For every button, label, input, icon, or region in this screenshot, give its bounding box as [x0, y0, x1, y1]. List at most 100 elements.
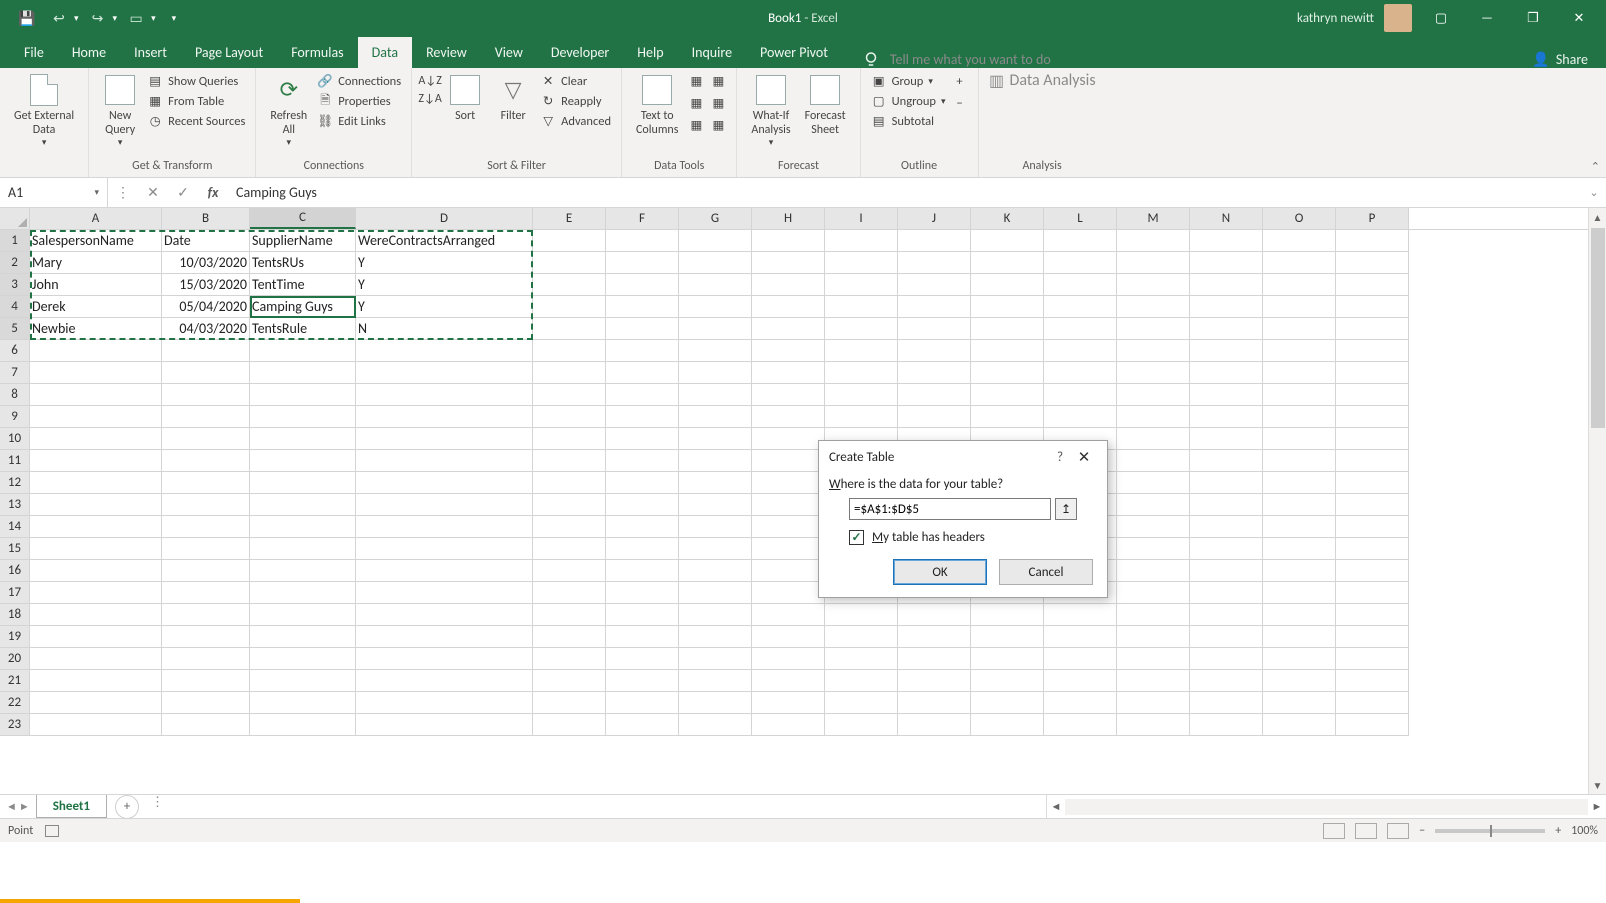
cell[interactable] — [752, 274, 825, 296]
cell[interactable] — [1117, 560, 1190, 582]
dialog-close-icon[interactable]: ✕ — [1071, 448, 1097, 467]
cell[interactable] — [1263, 428, 1336, 450]
cell[interactable] — [30, 362, 162, 384]
cell[interactable] — [606, 692, 679, 714]
cell[interactable] — [752, 230, 825, 252]
add-sheet-button[interactable]: + — [115, 795, 139, 819]
cell[interactable] — [1336, 472, 1409, 494]
cell[interactable] — [1263, 340, 1336, 362]
row-header[interactable]: 22 — [0, 692, 30, 714]
cell[interactable] — [250, 648, 356, 670]
cell[interactable] — [162, 472, 250, 494]
cell[interactable] — [1336, 560, 1409, 582]
cell[interactable] — [1190, 252, 1263, 274]
cell[interactable] — [1336, 648, 1409, 670]
dialog-help-icon[interactable]: ? — [1049, 450, 1071, 465]
cell[interactable] — [1190, 450, 1263, 472]
cell[interactable] — [1336, 230, 1409, 252]
cell[interactable] — [679, 604, 752, 626]
cell[interactable] — [898, 714, 971, 736]
cell[interactable] — [898, 318, 971, 340]
row-header[interactable]: 14 — [0, 516, 30, 538]
cell[interactable] — [971, 384, 1044, 406]
cell[interactable] — [1336, 626, 1409, 648]
cell[interactable] — [898, 604, 971, 626]
cell[interactable] — [356, 604, 533, 626]
get-external-data-button[interactable]: Get External Data ▾ — [10, 71, 78, 150]
cell[interactable] — [606, 538, 679, 560]
cell[interactable] — [971, 318, 1044, 340]
cell[interactable] — [1190, 362, 1263, 384]
cell[interactable] — [825, 296, 898, 318]
cell[interactable] — [250, 340, 356, 362]
cell[interactable] — [606, 340, 679, 362]
cell[interactable]: Newbie — [30, 318, 162, 340]
cell[interactable] — [356, 516, 533, 538]
cell[interactable] — [1263, 384, 1336, 406]
forecast-sheet-button[interactable]: Forecast Sheet — [801, 71, 850, 140]
cell[interactable] — [606, 406, 679, 428]
cell[interactable] — [1117, 296, 1190, 318]
show-detail-button[interactable]: + — [952, 73, 968, 89]
cell[interactable] — [1336, 428, 1409, 450]
cell[interactable] — [533, 340, 606, 362]
cell[interactable] — [30, 560, 162, 582]
cell[interactable] — [30, 494, 162, 516]
name-box[interactable]: A1▾ — [0, 178, 108, 207]
cell[interactable] — [898, 692, 971, 714]
cell[interactable] — [1190, 384, 1263, 406]
cell[interactable] — [606, 318, 679, 340]
row-header[interactable]: 23 — [0, 714, 30, 736]
cell[interactable] — [825, 714, 898, 736]
cell[interactable] — [1336, 362, 1409, 384]
cell[interactable]: TentsRule — [250, 318, 356, 340]
row-header[interactable]: 20 — [0, 648, 30, 670]
cell[interactable] — [898, 296, 971, 318]
col-header-L[interactable]: L — [1044, 208, 1117, 229]
cell[interactable] — [1117, 230, 1190, 252]
tab-data[interactable]: Data — [358, 37, 412, 68]
cell[interactable] — [752, 296, 825, 318]
cell[interactable] — [162, 428, 250, 450]
cell[interactable] — [971, 274, 1044, 296]
manage-model-button[interactable]: ▦ — [710, 117, 726, 133]
cell[interactable] — [825, 252, 898, 274]
cell[interactable] — [1263, 604, 1336, 626]
view-page-layout-icon[interactable] — [1355, 823, 1377, 839]
vertical-scrollbar[interactable]: ▲ ▼ — [1588, 208, 1606, 794]
cell[interactable] — [162, 714, 250, 736]
subtotal-button[interactable]: ▤Subtotal — [871, 113, 946, 129]
cell[interactable] — [1190, 538, 1263, 560]
cell[interactable] — [1263, 538, 1336, 560]
cell[interactable]: WereContractsArranged — [356, 230, 533, 252]
cell[interactable] — [162, 560, 250, 582]
col-header-I[interactable]: I — [825, 208, 898, 229]
cell[interactable] — [356, 406, 533, 428]
cell[interactable] — [162, 516, 250, 538]
sheet-tab-sheet1[interactable]: Sheet1 — [36, 795, 107, 818]
cell[interactable] — [1044, 626, 1117, 648]
cell[interactable] — [606, 230, 679, 252]
cell[interactable] — [679, 318, 752, 340]
cell[interactable] — [356, 560, 533, 582]
cell[interactable] — [825, 692, 898, 714]
cell[interactable] — [679, 296, 752, 318]
cell[interactable] — [1336, 692, 1409, 714]
cell[interactable] — [533, 428, 606, 450]
redo-icon[interactable]: ↪ — [85, 5, 111, 31]
cell[interactable] — [679, 516, 752, 538]
cell[interactable] — [1117, 648, 1190, 670]
cell[interactable] — [606, 626, 679, 648]
cell[interactable] — [250, 560, 356, 582]
cell[interactable] — [250, 582, 356, 604]
cell[interactable] — [1263, 494, 1336, 516]
cell[interactable] — [356, 648, 533, 670]
cell[interactable] — [250, 362, 356, 384]
cell[interactable] — [1044, 714, 1117, 736]
cell[interactable] — [679, 362, 752, 384]
filter-button[interactable]: ▽Filter — [492, 71, 534, 126]
cell[interactable] — [162, 384, 250, 406]
cell[interactable] — [752, 384, 825, 406]
cell[interactable] — [30, 406, 162, 428]
cell[interactable] — [30, 626, 162, 648]
